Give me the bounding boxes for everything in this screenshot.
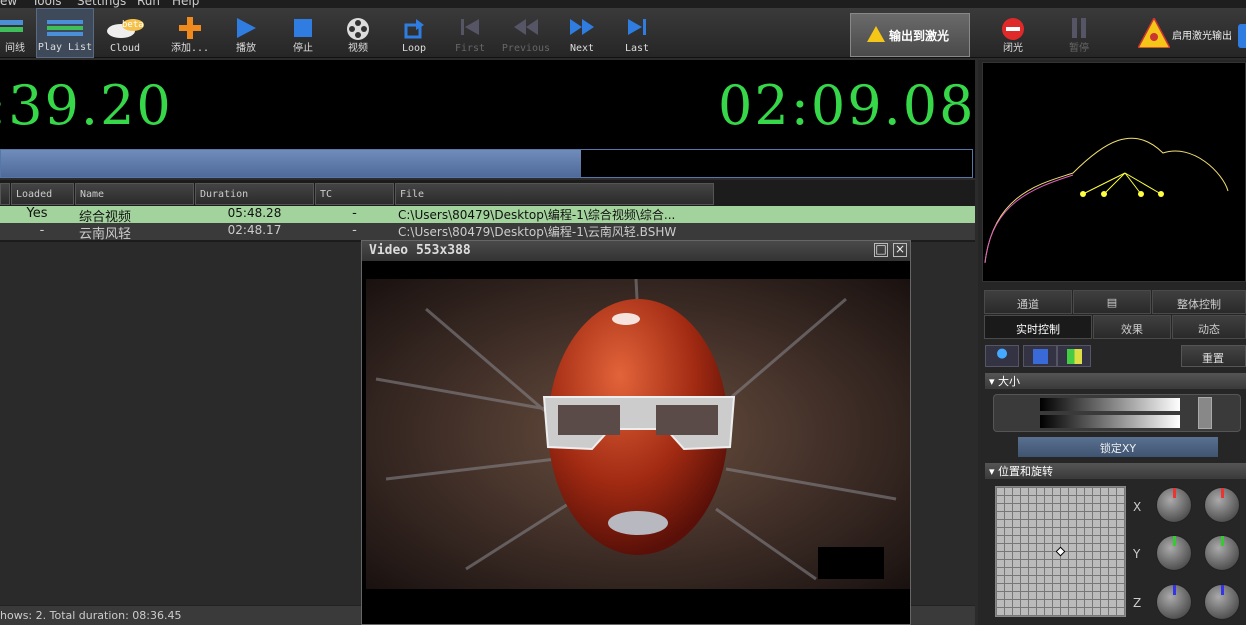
tab-dynamics[interactable]: 动态	[1172, 315, 1246, 339]
column-header-index[interactable]	[0, 183, 10, 205]
video-window-title: Video 553x388	[369, 243, 471, 258]
lock-xy-button[interactable]: 锁定XY	[1018, 437, 1218, 457]
tab-global-control[interactable]: 整体控制	[1152, 290, 1246, 314]
last-button[interactable]: Last	[615, 8, 659, 58]
tab-realtime-control[interactable]: 实时控制	[984, 315, 1092, 339]
blackout-button[interactable]: 闭光	[990, 8, 1036, 58]
rewind-icon	[514, 19, 538, 35]
reset-button[interactable]: 重置	[1181, 345, 1246, 367]
stop-button[interactable]: 停止	[281, 8, 325, 58]
color-grid-button[interactable]	[1057, 345, 1091, 367]
menu-bar: ew Tools Settings Run Help	[0, 0, 1246, 8]
toolbar: 间线 Play List beta Cloud 添加... 播放 停止 视频 L…	[0, 8, 1246, 58]
menu-help[interactable]: Help	[172, 0, 199, 8]
pause-button[interactable]: 暂停	[1056, 8, 1102, 58]
playlist-table: Loaded Name Duration TC File Yes 综合视频 05…	[0, 180, 975, 242]
size-slider[interactable]	[993, 394, 1241, 432]
first-button[interactable]: First	[448, 8, 492, 58]
laser-preview-canvas	[984, 137, 1229, 264]
video-window-titlebar[interactable]: Video 553x388	[362, 241, 910, 261]
status-text: hows: 2. Total duration: 08:36.45	[0, 609, 182, 622]
size-x-bar	[1040, 398, 1180, 411]
color-grid-icon	[1066, 349, 1082, 364]
plus-icon	[179, 17, 201, 39]
stop-icon	[294, 19, 312, 37]
pause-icon	[1072, 18, 1086, 38]
size-slider-handle[interactable]	[1198, 397, 1212, 429]
playlist-button[interactable]: Play List	[36, 8, 94, 58]
playlist-icon	[47, 20, 83, 36]
column-header-tc[interactable]: TC	[315, 183, 394, 205]
table-row[interactable]: - 云南风轻 02:48.17 - C:\Users\80479\Desktop…	[0, 223, 975, 242]
fast-forward-icon	[570, 19, 594, 35]
column-header-duration[interactable]: Duration	[195, 183, 314, 205]
square-icon	[1032, 349, 1048, 364]
laser-warning-icon	[867, 26, 885, 42]
axis-label-y: Y	[1133, 547, 1141, 561]
skip-first-icon	[461, 19, 479, 35]
position-z-knob[interactable]	[1156, 584, 1192, 620]
timeline-icon	[0, 20, 23, 32]
column-header-name[interactable]: Name	[75, 183, 194, 205]
film-reel-icon	[347, 18, 369, 40]
output-to-laser-button[interactable]: 输出到激光	[850, 13, 970, 57]
size-y-bar	[1040, 415, 1180, 428]
position-section-header[interactable]: ▾ 位置和旋转	[985, 463, 1246, 479]
document-icon: ▤	[1106, 296, 1118, 309]
add-button[interactable]: 添加...	[162, 8, 218, 58]
video-button[interactable]: 视频	[336, 8, 380, 58]
progress-fill	[1, 150, 581, 177]
next-button[interactable]: Next	[560, 8, 604, 58]
rotation-x-knob[interactable]	[1204, 487, 1240, 523]
toggle-switch[interactable]	[1238, 24, 1246, 48]
column-header-loaded[interactable]: Loaded	[11, 183, 74, 205]
tab-document[interactable]: ▤	[1073, 290, 1151, 314]
playlist-empty-area	[0, 242, 362, 605]
position-grid[interactable]	[995, 486, 1126, 617]
panel-tabs-row2: 实时控制 效果 动态	[982, 315, 1246, 339]
position-x-knob[interactable]	[1156, 487, 1192, 523]
column-header-file[interactable]: File	[395, 183, 714, 205]
skip-last-icon	[628, 19, 646, 35]
globe-button[interactable]: ●	[985, 345, 1019, 367]
tab-channel[interactable]: 通道	[984, 290, 1072, 314]
previous-button[interactable]: Previous	[498, 8, 554, 58]
loop-button[interactable]: Loop	[392, 8, 436, 58]
rotation-z-knob[interactable]	[1204, 584, 1240, 620]
laser-preview	[982, 62, 1246, 282]
loop-icon	[404, 19, 424, 39]
blackout-icon	[1002, 18, 1024, 40]
maximize-button[interactable]: □	[874, 243, 888, 257]
laser-warning-icon	[1138, 18, 1170, 48]
video-frame	[366, 279, 910, 589]
cloud-button[interactable]: beta Cloud	[100, 8, 150, 58]
play-icon	[237, 18, 256, 38]
menu-run[interactable]: Run	[137, 0, 160, 8]
enable-laser-output-button[interactable]: 启用激光输出	[1134, 8, 1246, 58]
position-y-knob[interactable]	[1156, 535, 1192, 571]
playback-progress-bar[interactable]	[0, 149, 973, 178]
panel-tabs-row1: 通道 ▤ 整体控制	[982, 290, 1246, 314]
remaining-time: 02:09.08	[718, 74, 976, 137]
beta-badge: beta	[122, 20, 144, 30]
globe-icon: ●	[996, 346, 1008, 361]
timeline-button[interactable]: 间线	[0, 8, 30, 58]
square-button[interactable]	[1023, 345, 1057, 367]
menu-view[interactable]: ew	[0, 0, 17, 8]
table-row[interactable]: Yes 综合视频 05:48.28 - C:\Users\80479\Deskt…	[0, 206, 975, 225]
elapsed-time: :39.20	[0, 74, 173, 137]
size-section-header[interactable]: ▾ 大小	[985, 373, 1246, 389]
close-button[interactable]: ×	[893, 243, 907, 257]
axis-label-z: Z	[1133, 596, 1142, 610]
tab-effects[interactable]: 效果	[1093, 315, 1171, 339]
menu-settings[interactable]: Settings	[77, 0, 126, 8]
video-window: Video 553x388 □ ×	[361, 240, 911, 625]
play-button[interactable]: 播放	[224, 8, 268, 58]
axis-label-x: X	[1133, 500, 1142, 514]
menu-tools[interactable]: Tools	[32, 0, 62, 8]
position-marker[interactable]	[1055, 546, 1066, 557]
rotation-y-knob[interactable]	[1204, 535, 1240, 571]
